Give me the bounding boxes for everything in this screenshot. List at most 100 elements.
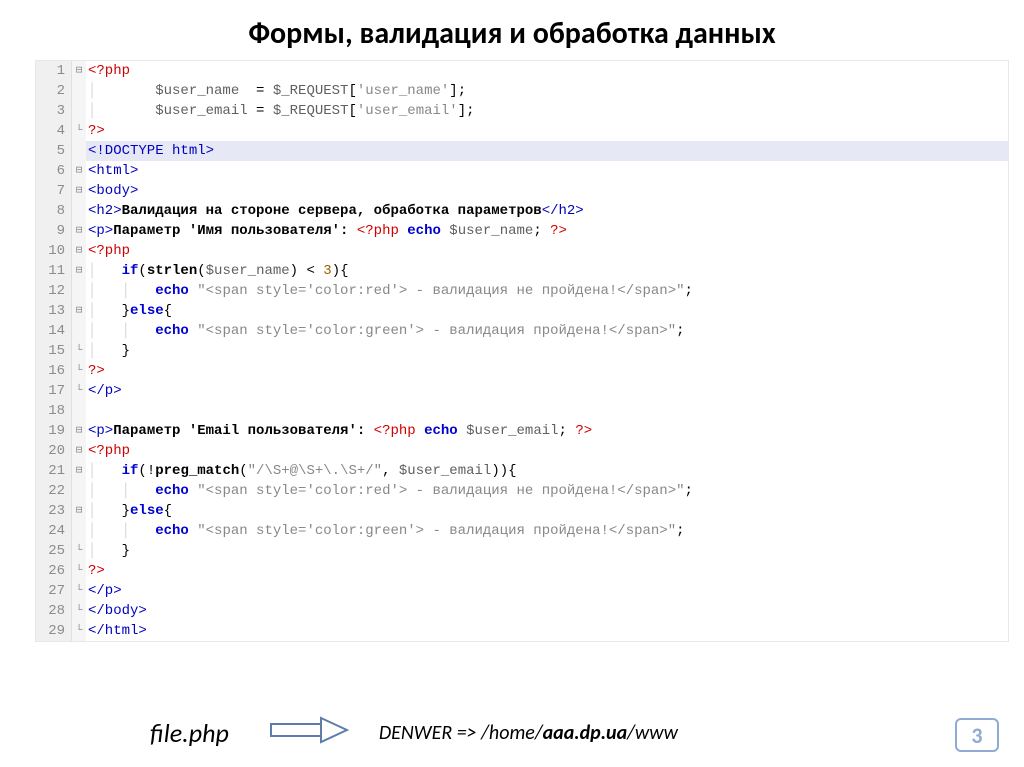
code-line: ?> bbox=[86, 361, 1008, 381]
code-line: │ }else{ bbox=[86, 301, 1008, 321]
code-line: │ } bbox=[86, 541, 1008, 561]
fold-marker: ⊟ bbox=[72, 421, 86, 441]
line-number: 18 bbox=[42, 401, 65, 421]
line-number: 1 bbox=[42, 61, 65, 81]
path-label: DENWER => /home/aaa.dp.ua/www bbox=[379, 721, 678, 745]
code-line: <p>Параметр 'Имя пользователя': <?php ec… bbox=[86, 221, 1008, 241]
fold-marker: └ bbox=[72, 561, 86, 581]
fold-marker: ⊟ bbox=[72, 161, 86, 181]
fold-marker bbox=[72, 101, 86, 121]
path-domain: aaa.dp.ua bbox=[543, 721, 628, 745]
fold-marker: └ bbox=[72, 121, 86, 141]
line-number: 9 bbox=[42, 221, 65, 241]
code-line: │ $user_email = $_REQUEST['user_email']; bbox=[86, 101, 1008, 121]
fold-marker: └ bbox=[72, 581, 86, 601]
line-number: 8 bbox=[42, 201, 65, 221]
code-line: │ if(strlen($user_name) < 3){ bbox=[86, 261, 1008, 281]
line-number: 21 bbox=[42, 461, 65, 481]
code-line: │ $user_name = $_REQUEST['user_name']; bbox=[86, 81, 1008, 101]
fold-marker: ⊟ bbox=[72, 181, 86, 201]
code-line: <html> bbox=[86, 161, 1008, 181]
fold-marker: ⊟ bbox=[72, 241, 86, 261]
fold-marker: └ bbox=[72, 381, 86, 401]
line-number: 24 bbox=[42, 521, 65, 541]
line-number: 23 bbox=[42, 501, 65, 521]
fold-marker bbox=[72, 521, 86, 541]
footer: file.php DENWER => /home/aaa.dp.ua/www bbox=[0, 716, 1024, 749]
line-number: 27 bbox=[42, 581, 65, 601]
fold-marker bbox=[72, 481, 86, 501]
code-line: │ │ echo "<span style='color:green'> - в… bbox=[86, 321, 1008, 341]
fold-marker: ⊟ bbox=[72, 461, 86, 481]
code-line: │ } bbox=[86, 341, 1008, 361]
fold-marker: ⊟ bbox=[72, 221, 86, 241]
code-area: <?php│ $user_name = $_REQUEST['user_name… bbox=[86, 61, 1008, 641]
line-number: 2 bbox=[42, 81, 65, 101]
slide-number-badge: 3 bbox=[955, 718, 999, 752]
code-editor: 1234567891011121314151617181920212223242… bbox=[35, 60, 1009, 642]
code-line bbox=[86, 401, 1008, 421]
fold-marker bbox=[72, 141, 86, 161]
line-number: 12 bbox=[42, 281, 65, 301]
file-name-label: file.php bbox=[150, 717, 229, 749]
line-number: 7 bbox=[42, 181, 65, 201]
line-number-gutter: 1234567891011121314151617181920212223242… bbox=[36, 61, 72, 641]
code-line: </html> bbox=[86, 621, 1008, 641]
code-line: <h2>Валидация на стороне сервера, обрабо… bbox=[86, 201, 1008, 221]
code-line: │ │ echo "<span style='color:red'> - вал… bbox=[86, 281, 1008, 301]
code-line: ?> bbox=[86, 121, 1008, 141]
fold-marker: └ bbox=[72, 361, 86, 381]
line-number: 19 bbox=[42, 421, 65, 441]
path-suffix: /www bbox=[627, 721, 678, 745]
arrow-icon bbox=[269, 716, 349, 749]
line-number: 6 bbox=[42, 161, 65, 181]
code-line: </p> bbox=[86, 581, 1008, 601]
code-line: │ │ echo "<span style='color:red'> - вал… bbox=[86, 481, 1008, 501]
line-number: 3 bbox=[42, 101, 65, 121]
fold-marker: ⊟ bbox=[72, 501, 86, 521]
line-number: 5 bbox=[42, 141, 65, 161]
fold-marker bbox=[72, 201, 86, 221]
fold-marker: └ bbox=[72, 341, 86, 361]
fold-marker: └ bbox=[72, 621, 86, 641]
fold-marker: └ bbox=[72, 601, 86, 621]
fold-marker: ⊟ bbox=[72, 301, 86, 321]
code-line: <?php bbox=[86, 61, 1008, 81]
line-number: 11 bbox=[42, 261, 65, 281]
fold-marker bbox=[72, 321, 86, 341]
line-number: 28 bbox=[42, 601, 65, 621]
page-title: Формы, валидация и обработка данных bbox=[0, 0, 1024, 60]
line-number: 22 bbox=[42, 481, 65, 501]
code-line: <p>Параметр 'Email пользователя': <?php … bbox=[86, 421, 1008, 441]
fold-marker: ⊟ bbox=[72, 441, 86, 461]
line-number: 14 bbox=[42, 321, 65, 341]
line-number: 29 bbox=[42, 621, 65, 641]
line-number: 20 bbox=[42, 441, 65, 461]
fold-marker bbox=[72, 401, 86, 421]
line-number: 10 bbox=[42, 241, 65, 261]
fold-marker bbox=[72, 81, 86, 101]
code-line: │ if(!preg_match("/\S+@\S+\.\S+/", $user… bbox=[86, 461, 1008, 481]
line-number: 15 bbox=[42, 341, 65, 361]
code-line: <body> bbox=[86, 181, 1008, 201]
fold-marker: └ bbox=[72, 541, 86, 561]
line-number: 13 bbox=[42, 301, 65, 321]
code-line: ?> bbox=[86, 561, 1008, 581]
fold-marker: ⊟ bbox=[72, 261, 86, 281]
code-line: </body> bbox=[86, 601, 1008, 621]
path-prefix: DENWER => /home/ bbox=[379, 721, 543, 745]
code-line: <?php bbox=[86, 441, 1008, 461]
line-number: 25 bbox=[42, 541, 65, 561]
code-line: │ │ echo "<span style='color:green'> - в… bbox=[86, 521, 1008, 541]
line-number: 16 bbox=[42, 361, 65, 381]
fold-marker bbox=[72, 281, 86, 301]
code-line: </p> bbox=[86, 381, 1008, 401]
line-number: 4 bbox=[42, 121, 65, 141]
code-line: │ }else{ bbox=[86, 501, 1008, 521]
fold-gutter: ⊟└⊟⊟⊟⊟⊟⊟└└└⊟⊟⊟⊟└└└└└ bbox=[72, 61, 86, 641]
fold-marker: ⊟ bbox=[72, 61, 86, 81]
line-number: 17 bbox=[42, 381, 65, 401]
code-line: <!DOCTYPE html> bbox=[86, 141, 1008, 161]
code-line: <?php bbox=[86, 241, 1008, 261]
line-number: 26 bbox=[42, 561, 65, 581]
